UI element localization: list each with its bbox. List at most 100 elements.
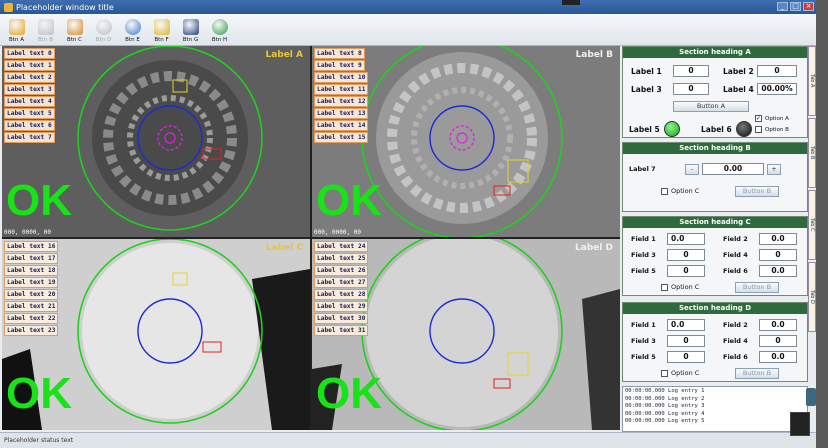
ng-value: 0 [673, 83, 709, 95]
measurement-line: Label text 2 [4, 72, 55, 83]
neg-params-box: Section heading C Field 1 0.0 Field 2 0.… [622, 216, 808, 296]
stats-box: Section heading A Label 1 0 Label 2 0 La… [622, 46, 808, 138]
measurement-line: Label text 14 [314, 120, 369, 131]
measure-box: Section heading B Label 7 - 0.00 + Optio… [622, 142, 808, 212]
pos-bump-height-value[interactable]: 0 [667, 335, 705, 347]
system-toolbar-button[interactable]: Btn B [31, 14, 60, 45]
measurement-line: Label text 3 [4, 84, 55, 95]
change-toolbar-button[interactable]: Btn F [147, 14, 176, 45]
reset-icon [211, 19, 228, 35]
result-ok-label: OK [316, 369, 382, 418]
camera-view-4[interactable]: Label D Label text 24 Label text 25 Label t… [312, 239, 620, 430]
start-toolbar-button[interactable]: Btn D [89, 14, 118, 45]
user-toolbar-button[interactable]: Btn C [60, 14, 89, 45]
neg-save-button[interactable]: Button B [735, 282, 779, 293]
enable-checkbox[interactable] [755, 126, 762, 133]
ratio-value[interactable]: 0.00 [702, 163, 764, 175]
ratio-label: Label 7 [629, 165, 656, 173]
pos-save-button[interactable]: Button B [735, 368, 779, 379]
pos-edit-checkbox[interactable] [661, 369, 668, 377]
pos-params-title: Section heading D [623, 303, 807, 314]
measurement-line: Label text 18 [4, 265, 59, 276]
side-tab-1[interactable]: Tab A [808, 46, 816, 116]
side-tab-2[interactable]: Tab B [808, 118, 816, 188]
cursor-coordinate: 000, 0000, 00 [4, 229, 51, 236]
measurement-overlay: Label text 16 Label text 17 Label text 18 L… [4, 241, 59, 336]
change-model-icon [153, 19, 170, 35]
exit-icon [182, 19, 199, 35]
measurement-overlay: Label text 24 Label text 25 Label text 26 L… [314, 241, 369, 336]
neg-edit-checkbox[interactable] [661, 283, 668, 291]
measurement-line: Label text 4 [4, 96, 55, 107]
measure-edit-label: Option C [671, 187, 700, 195]
neg-dent-depth-label: Field 4 [723, 251, 748, 259]
camera-view-1[interactable]: Label A Label text 0 Label text 1 Label tex… [2, 46, 310, 237]
start-icon [95, 19, 112, 35]
reset-toolbar-button[interactable]: Btn H [205, 14, 234, 45]
measurement-line: Label text 15 [314, 132, 369, 143]
neg-outer-value[interactable]: 0.0 [667, 233, 705, 245]
neg-inner-value[interactable]: 0.0 [759, 233, 797, 245]
maximize-button[interactable]: □ [790, 2, 801, 11]
shot-label: Label 6 [701, 124, 732, 134]
result-ok-label: OK [6, 369, 72, 418]
user-toolbar-label: Btn C [66, 37, 82, 43]
pos-dent-depth-value[interactable]: 0 [759, 335, 797, 347]
exit-toolbar-button[interactable]: Btn G [176, 14, 205, 45]
measurement-line: Label text 31 [314, 325, 369, 336]
neg-dent-depth-value[interactable]: 0 [759, 249, 797, 261]
event-log[interactable]: 00:00:00.000 Log entry 1 00:00:00.000 Log… [622, 386, 808, 432]
measurement-line: Label text 10 [314, 72, 369, 83]
start-toolbar-label: Btn D [95, 37, 112, 43]
neg-bump-area-value[interactable]: 0 [667, 265, 705, 277]
neg-dent-area-value[interactable]: 0.0 [759, 265, 797, 277]
log-entry: 00:00:00.000 Log entry 1 [625, 388, 705, 394]
cursor-coordinate: 000, 0000, 00 [314, 229, 361, 236]
title-bar: Placeholder window title _ □ × [0, 0, 816, 14]
measure-save-button[interactable]: Button B [735, 186, 779, 197]
pos-outer-value[interactable]: 0.0 [667, 319, 705, 331]
side-tabs: Tab A Tab B Tab C Tab D [808, 46, 816, 346]
external-app-icon[interactable] [806, 388, 816, 406]
main-toolbar-button[interactable]: Btn A [2, 14, 31, 45]
result-ok-label: OK [6, 176, 72, 225]
close-button[interactable]: × [803, 2, 814, 11]
reset-count-button[interactable]: Button A [673, 101, 749, 112]
measurement-line: Label text 11 [314, 84, 369, 95]
stats-title: Section heading A [623, 47, 807, 58]
camera-view-3[interactable]: Label C Label text 16 Label text 17 Label t… [2, 239, 310, 430]
rate-label: Label 4 [723, 84, 754, 94]
ratio-decrease-button[interactable]: - [685, 163, 699, 175]
main-toolbar: Btn A Btn B Btn C Btn D Btn E Btn F Btn G Btn H [0, 14, 816, 46]
log-entry: 00:00:00.000 Log entry 5 [625, 418, 705, 424]
neg-bump-height-value[interactable]: 0 [667, 249, 705, 261]
minimize-button[interactable]: _ [777, 2, 788, 11]
pos-inner-value[interactable]: 0.0 [759, 319, 797, 331]
desktop-shortcut-icon[interactable] [790, 412, 810, 436]
stop-toolbar-button[interactable]: Btn E [118, 14, 147, 45]
measurement-overlay: Label text 8 Label text 9 Label text 10 Lab… [314, 48, 369, 143]
log-entry: 00:00:00.000 Log entry 4 [625, 410, 705, 417]
measurement-line: Label text 1 [4, 60, 55, 71]
change-toolbar-label: Btn F [154, 37, 169, 43]
desktop-strip [816, 0, 828, 448]
camera-views: Label A Label text 0 Label text 1 Label tex… [2, 46, 620, 430]
side-tab-3[interactable]: Tab C [808, 190, 816, 260]
measurement-line: Label text 17 [4, 253, 59, 264]
view-type-tag: Label B [575, 50, 613, 60]
measurement-line: Label text 5 [4, 108, 55, 119]
view-type-tag: Label C [265, 243, 303, 253]
stop-toolbar-label: Btn E [125, 37, 140, 43]
pos-bump-area-value[interactable]: 0 [667, 351, 705, 363]
measurement-line: Label text 26 [314, 265, 369, 276]
plc-ok-checkbox[interactable]: ✓ [755, 115, 762, 122]
side-tab-4[interactable]: Tab D [808, 262, 816, 332]
app-window: Placeholder window title _ □ × Btn A Btn … [0, 0, 816, 448]
measure-edit-checkbox[interactable] [661, 187, 668, 195]
pos-dent-area-value[interactable]: 0.0 [759, 351, 797, 363]
camera-view-2[interactable]: Label B Label text 8 Label text 9 Label tex… [312, 46, 620, 237]
ng-label: Label 3 [631, 84, 662, 94]
ratio-increase-button[interactable]: + [767, 163, 781, 175]
neg-outer-label: Field 1 [631, 235, 656, 243]
log-entry: 00:00:00.000 Log entry 3 [625, 403, 705, 409]
